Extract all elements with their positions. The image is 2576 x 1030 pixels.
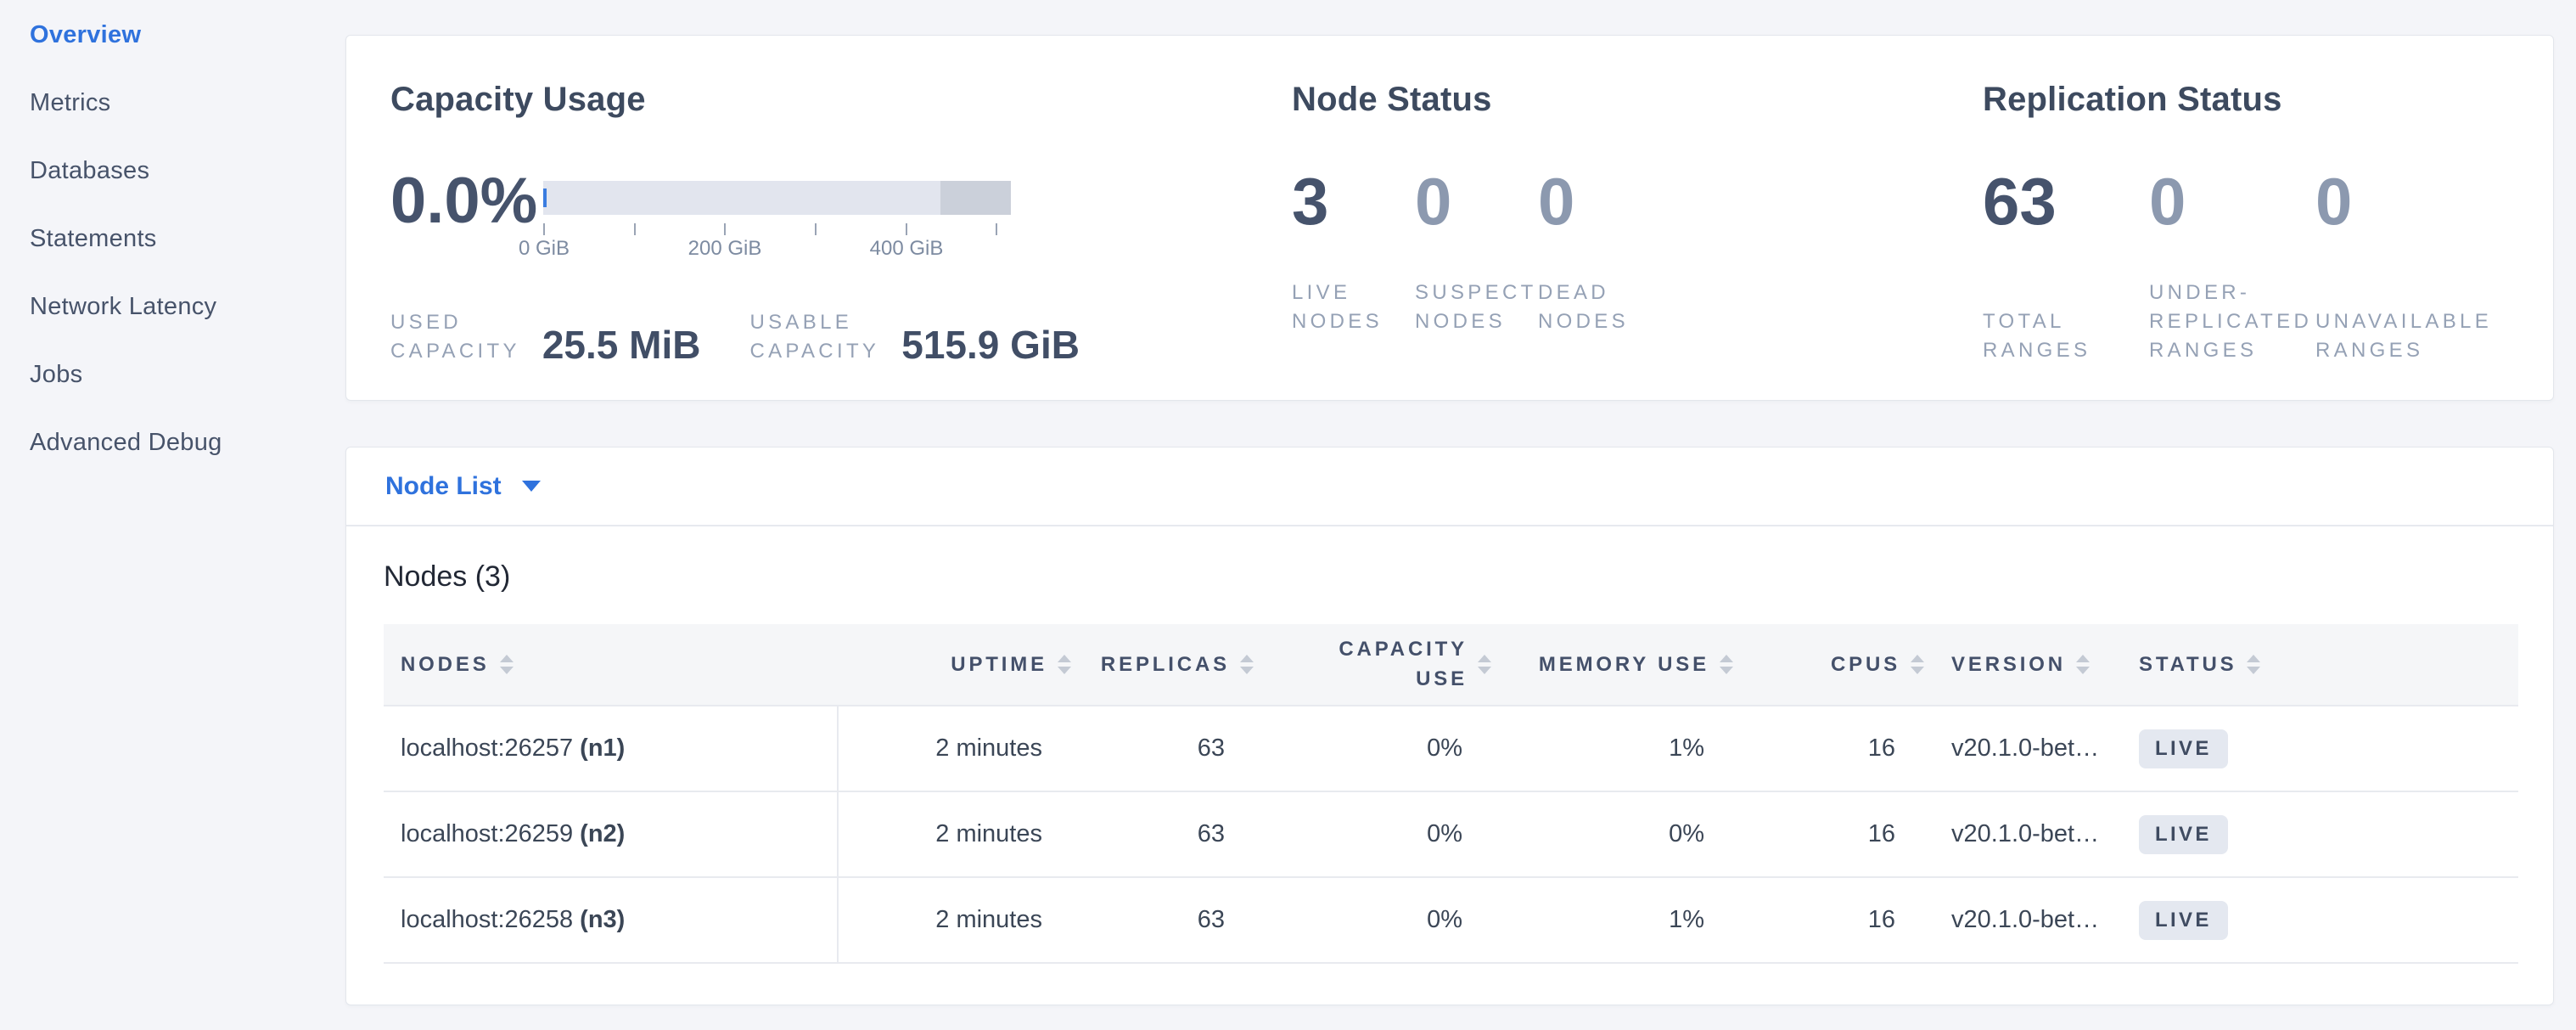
axis-label-200gib: 200 GiB xyxy=(688,237,762,261)
uptime-cell: 2 minutes xyxy=(839,878,1076,962)
sidebar-item-metrics[interactable]: Metrics xyxy=(30,90,345,115)
version-cell: v20.1.0-bet… xyxy=(1929,792,2116,876)
capacity-use-cell: 0% xyxy=(1259,706,1496,791)
sort-icon xyxy=(2076,655,2090,674)
sidebar-item-jobs[interactable]: Jobs xyxy=(30,362,345,387)
column-header-uptime[interactable]: UPTIME xyxy=(839,624,1076,705)
suspect-nodes-value: 0 xyxy=(1415,168,1538,234)
dead-nodes-label: DEAD NODES xyxy=(1538,279,1661,336)
capacity-bar-chart: 0 GiB 200 GiB 400 GiB xyxy=(543,181,1011,262)
nodes-table: NODES UPTIME REPLICAS CAPACITY USE xyxy=(384,624,2518,964)
main-content: Capacity Usage 0.0% xyxy=(345,0,2576,1030)
capacity-usage-section: Capacity Usage 0.0% xyxy=(346,36,1292,400)
capacity-bar-reserved-segment xyxy=(940,181,1011,215)
memory-use-cell: 1% xyxy=(1496,878,1738,962)
unavailable-ranges-value: 0 xyxy=(2315,168,2482,234)
capacity-use-cell: 0% xyxy=(1259,878,1496,962)
table-row-node-n3[interactable]: localhost:26258 (n3) 2 minutes 63 0% 1% … xyxy=(384,878,2518,964)
sidebar: Overview Metrics Databases Statements Ne… xyxy=(0,0,345,1030)
column-header-replicas[interactable]: REPLICAS xyxy=(1076,624,1259,705)
capacity-usage-title: Capacity Usage xyxy=(390,79,1292,120)
capacity-used-marker xyxy=(543,189,547,207)
under-replicated-ranges-value: 0 xyxy=(2149,168,2315,234)
used-capacity-stat: USED CAPACITY 25.5 MiB xyxy=(390,308,700,366)
sidebar-item-advanced-debug[interactable]: Advanced Debug xyxy=(30,430,345,455)
column-header-capacity-use[interactable]: CAPACITY USE xyxy=(1259,624,1496,705)
version-cell: v20.1.0-bet… xyxy=(1929,878,2116,962)
nodes-heading: Nodes (3) xyxy=(384,560,2553,594)
sort-icon xyxy=(500,655,514,674)
usable-capacity-stat: USABLE CAPACITY 515.9 GiB xyxy=(749,308,1080,366)
sort-icon xyxy=(1911,655,1924,674)
status-badge: LIVE xyxy=(2139,815,2228,854)
memory-use-cell: 1% xyxy=(1496,706,1738,791)
status-cell: LIVE xyxy=(2116,706,2518,791)
uptime-cell: 2 minutes xyxy=(839,792,1076,876)
status-cell: LIVE xyxy=(2116,878,2518,962)
status-badge: LIVE xyxy=(2139,901,2228,940)
live-nodes-label: LIVE NODES xyxy=(1292,279,1415,336)
column-header-cpus[interactable]: CPUS xyxy=(1738,624,1929,705)
usable-capacity-value: 515.9 GiB xyxy=(901,325,1080,364)
replicas-cell: 63 xyxy=(1076,706,1259,791)
sort-icon xyxy=(2247,655,2260,674)
node-address-cell[interactable]: localhost:26257 (n1) xyxy=(384,706,839,791)
nodes-table-header: NODES UPTIME REPLICAS CAPACITY USE xyxy=(384,624,2518,706)
cpus-cell: 16 xyxy=(1738,792,1929,876)
node-list-dropdown[interactable]: Node List xyxy=(385,472,541,501)
sidebar-item-statements[interactable]: Statements xyxy=(30,226,345,251)
node-status-title: Node Status xyxy=(1292,79,1983,120)
node-address-cell[interactable]: localhost:26259 (n2) xyxy=(384,792,839,876)
used-capacity-label: USED CAPACITY xyxy=(390,308,520,366)
capacity-axis-labels: 0 GiB 200 GiB 400 GiB xyxy=(543,237,1011,262)
node-address-cell[interactable]: localhost:26258 (n3) xyxy=(384,878,839,962)
cpus-cell: 16 xyxy=(1738,706,1929,791)
dead-nodes-value: 0 xyxy=(1538,168,1661,234)
replicas-cell: 63 xyxy=(1076,878,1259,962)
axis-label-400gib: 400 GiB xyxy=(870,237,944,261)
cluster-summary-card: Capacity Usage 0.0% xyxy=(345,35,2554,401)
total-ranges-value: 63 xyxy=(1983,168,2149,234)
version-cell: v20.1.0-bet… xyxy=(1929,706,2116,791)
node-list-card: Node List Nodes (3) NODES UPTIME xyxy=(345,447,2554,1005)
replication-status-section: Replication Status 63 0 0 TOTAL RANGES U… xyxy=(1983,36,2553,400)
capacity-use-cell: 0% xyxy=(1259,792,1496,876)
axis-label-0gib: 0 GiB xyxy=(519,237,570,261)
used-capacity-value: 25.5 MiB xyxy=(542,325,701,364)
live-nodes-value: 3 xyxy=(1292,168,1415,234)
sidebar-item-network-latency[interactable]: Network Latency xyxy=(30,294,345,319)
app-root: Overview Metrics Databases Statements Ne… xyxy=(0,0,2576,1030)
node-status-section: Node Status 3 0 0 LIVE NODES SUSPECT NOD… xyxy=(1292,36,1983,400)
replicas-cell: 63 xyxy=(1076,792,1259,876)
table-row-node-n1[interactable]: localhost:26257 (n1) 2 minutes 63 0% 1% … xyxy=(384,706,2518,792)
sidebar-item-databases[interactable]: Databases xyxy=(30,158,345,183)
under-replicated-ranges-label: UNDER- REPLICATED RANGES xyxy=(2149,279,2315,365)
status-badge: LIVE xyxy=(2139,729,2228,768)
cpus-cell: 16 xyxy=(1738,878,1929,962)
column-header-nodes[interactable]: NODES xyxy=(384,624,839,705)
view-selector-row: Node List xyxy=(346,447,2553,526)
status-cell: LIVE xyxy=(2116,792,2518,876)
node-list-dropdown-label: Node List xyxy=(385,472,502,501)
total-ranges-label: TOTAL RANGES xyxy=(1983,307,2149,365)
column-header-status[interactable]: STATUS xyxy=(2116,624,2518,705)
uptime-cell: 2 minutes xyxy=(839,706,1076,791)
sort-icon xyxy=(1478,655,1491,674)
capacity-used-percent: 0.0% xyxy=(390,169,543,234)
capacity-bar xyxy=(543,181,1011,215)
chevron-down-icon xyxy=(522,481,541,492)
sort-icon xyxy=(1720,655,1733,674)
unavailable-ranges-label: UNAVAILABLE RANGES xyxy=(2315,307,2482,365)
usable-capacity-label: USABLE CAPACITY xyxy=(749,308,879,366)
column-header-version[interactable]: VERSION xyxy=(1929,624,2116,705)
replication-status-title: Replication Status xyxy=(1983,79,2553,120)
sort-icon xyxy=(1240,655,1254,674)
table-row-node-n2[interactable]: localhost:26259 (n2) 2 minutes 63 0% 0% … xyxy=(384,792,2518,878)
sort-icon xyxy=(1058,655,1071,674)
suspect-nodes-label: SUSPECT NODES xyxy=(1415,279,1538,336)
memory-use-cell: 0% xyxy=(1496,792,1738,876)
column-header-memory-use[interactable]: MEMORY USE xyxy=(1496,624,1738,705)
capacity-axis-ticks xyxy=(543,215,1011,235)
sidebar-item-overview[interactable]: Overview xyxy=(30,22,345,48)
